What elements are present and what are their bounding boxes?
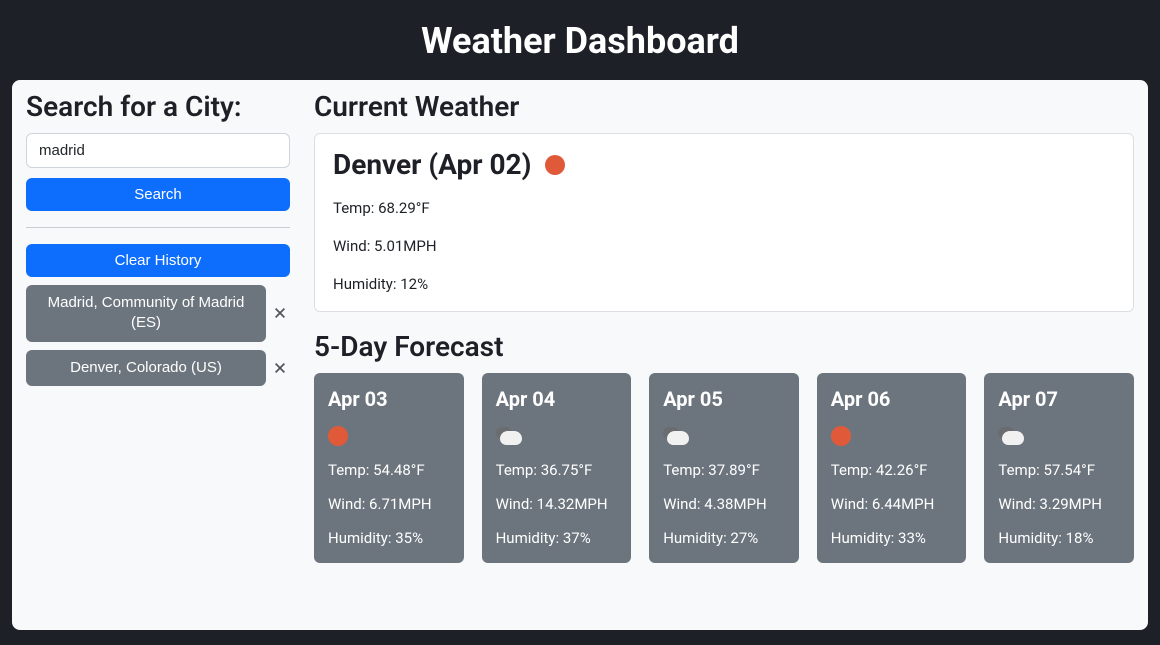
current-weather-card: Denver (Apr 02) Temp: 68.29°F Wind: 5.01…	[314, 133, 1134, 312]
forecast-row: Apr 03 Temp: 54.48°F Wind: 6.71MPH Humid…	[314, 373, 1134, 563]
sun-icon	[545, 155, 565, 175]
forecast-date: Apr 04	[496, 387, 618, 411]
history-item[interactable]: Denver, Colorado (US)	[26, 350, 266, 386]
forecast-card: Apr 05 Temp: 37.89°F Wind: 4.38MPH Humid…	[649, 373, 799, 563]
sun-icon	[328, 425, 450, 447]
forecast-card: Apr 06 Temp: 42.26°F Wind: 6.44MPH Humid…	[817, 373, 967, 563]
cloud-icon	[998, 425, 1120, 447]
history-entry: Madrid, Community of Madrid (ES)	[26, 285, 290, 342]
search-input[interactable]	[26, 133, 290, 168]
forecast-temp: Temp: 42.26°F	[831, 461, 953, 479]
search-heading: Search for a City:	[26, 90, 290, 123]
forecast-temp: Temp: 36.75°F	[496, 461, 618, 479]
app-header: Weather Dashboard	[0, 0, 1160, 80]
forecast-temp: Temp: 54.48°F	[328, 461, 450, 479]
cloud-icon	[663, 425, 785, 447]
app-title: Weather Dashboard	[0, 20, 1160, 62]
clear-history-button[interactable]: Clear History	[26, 244, 290, 277]
forecast-humidity: Humidity: 27%	[663, 529, 785, 547]
main-panel: Search for a City: Search Clear History …	[12, 80, 1148, 630]
forecast-date: Apr 03	[328, 387, 450, 411]
close-icon[interactable]	[270, 358, 290, 378]
history-item[interactable]: Madrid, Community of Madrid (ES)	[26, 285, 266, 342]
forecast-date: Apr 05	[663, 387, 785, 411]
divider	[26, 227, 290, 228]
current-weather-heading: Current Weather	[314, 90, 1134, 123]
forecast-wind: Wind: 14.32MPH	[496, 495, 618, 513]
forecast-date: Apr 06	[831, 387, 953, 411]
forecast-card: Apr 07 Temp: 57.54°F Wind: 3.29MPH Humid…	[984, 373, 1134, 563]
forecast-heading: 5-Day Forecast	[314, 330, 1134, 363]
forecast-wind: Wind: 6.44MPH	[831, 495, 953, 513]
sidebar: Search for a City: Search Clear History …	[26, 90, 290, 614]
forecast-temp: Temp: 37.89°F	[663, 461, 785, 479]
current-city-date: Denver (Apr 02)	[333, 148, 1115, 181]
forecast-humidity: Humidity: 35%	[328, 529, 450, 547]
sun-icon	[831, 425, 953, 447]
current-humidity: Humidity: 12%	[333, 275, 1115, 293]
current-wind: Wind: 5.01MPH	[333, 237, 1115, 255]
search-button[interactable]: Search	[26, 178, 290, 211]
forecast-card: Apr 04 Temp: 36.75°F Wind: 14.32MPH Humi…	[482, 373, 632, 563]
history-entry: Denver, Colorado (US)	[26, 350, 290, 386]
forecast-wind: Wind: 3.29MPH	[998, 495, 1120, 513]
forecast-wind: Wind: 6.71MPH	[328, 495, 450, 513]
forecast-date: Apr 07	[998, 387, 1120, 411]
current-temp: Temp: 68.29°F	[333, 199, 1115, 217]
cloud-icon	[496, 425, 618, 447]
forecast-humidity: Humidity: 33%	[831, 529, 953, 547]
forecast-card: Apr 03 Temp: 54.48°F Wind: 6.71MPH Humid…	[314, 373, 464, 563]
current-city-date-text: Denver (Apr 02)	[333, 148, 531, 181]
forecast-temp: Temp: 57.54°F	[998, 461, 1120, 479]
content: Current Weather Denver (Apr 02) Temp: 68…	[314, 90, 1134, 614]
forecast-humidity: Humidity: 18%	[998, 529, 1120, 547]
close-icon[interactable]	[270, 303, 290, 323]
forecast-humidity: Humidity: 37%	[496, 529, 618, 547]
forecast-wind: Wind: 4.38MPH	[663, 495, 785, 513]
